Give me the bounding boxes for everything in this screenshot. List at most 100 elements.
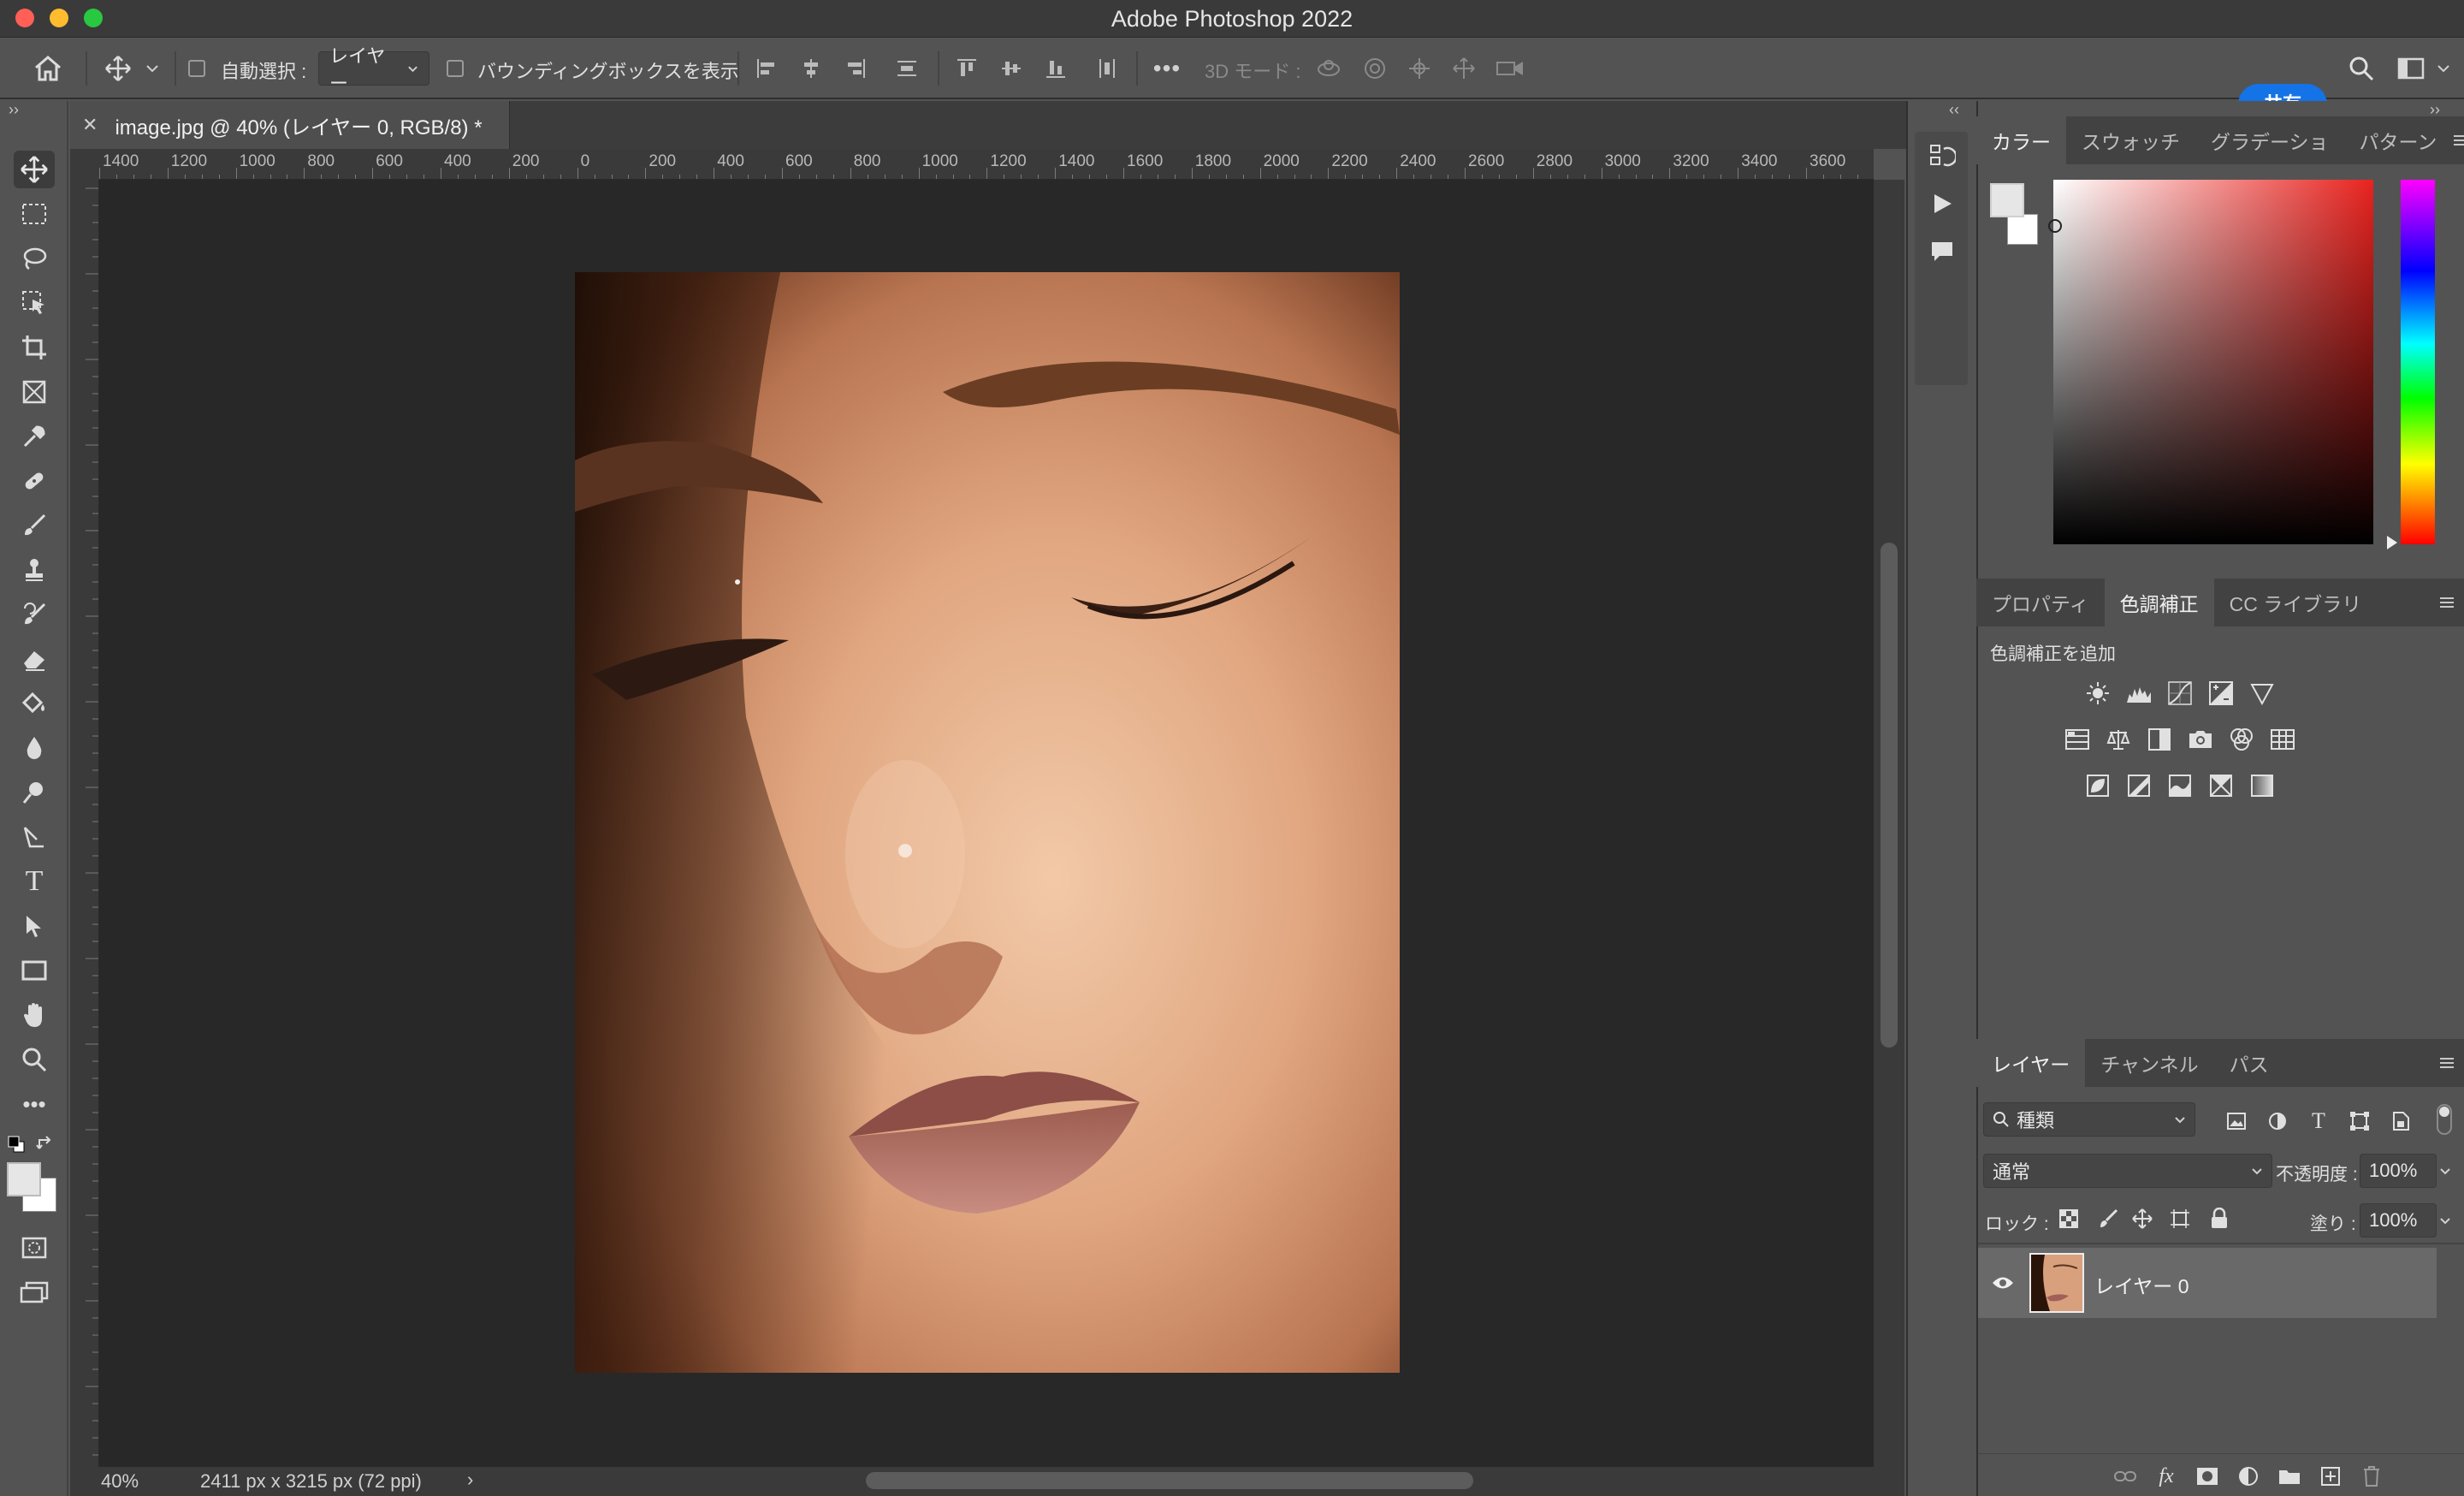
document-image[interactable]: [575, 272, 1400, 1373]
selective-color-icon[interactable]: [2206, 770, 2236, 801]
levels-icon[interactable]: [2123, 678, 2154, 709]
tab-cc-libraries[interactable]: CC ライブラリ: [2214, 579, 2378, 626]
hand-tool[interactable]: [14, 996, 55, 1034]
close-tab-icon[interactable]: ✕: [82, 114, 98, 136]
curves-icon[interactable]: [2165, 678, 2195, 709]
filter-adjustment-icon[interactable]: [2262, 1106, 2293, 1137]
hue-slider-handle[interactable]: [2387, 536, 2397, 549]
layer-row[interactable]: レイヤー 0: [1978, 1248, 2437, 1318]
brush-tool[interactable]: [14, 507, 55, 544]
vertical-scrollbar-thumb[interactable]: [1881, 543, 1898, 1048]
photo-filter-icon[interactable]: [2185, 724, 2216, 755]
color-panel-foreground-swatch[interactable]: [1990, 183, 2024, 217]
dodge-tool[interactable]: [14, 774, 55, 811]
chevron-down-icon[interactable]: [2435, 1161, 2455, 1181]
chevron-down-icon[interactable]: [2435, 60, 2452, 77]
3d-camera-icon[interactable]: [1494, 55, 1526, 82]
eyedropper-tool[interactable]: [14, 418, 55, 455]
color-lookup-icon[interactable]: [2267, 724, 2298, 755]
quick-mask-icon[interactable]: [14, 1229, 55, 1267]
horizontal-ruler[interactable]: 1400 1200 1000 800 600 400 200 0 200 400 600 800 100…: [99, 149, 1874, 180]
tab-gradients[interactable]: グラデーショ: [2195, 116, 2344, 164]
3d-orbit-icon[interactable]: [1314, 55, 1343, 82]
panel-menu-icon[interactable]: [2430, 579, 2464, 626]
layer-thumbnail[interactable]: [2029, 1253, 2084, 1313]
chevron-right-icon[interactable]: ›: [467, 1469, 473, 1491]
color-picker-cursor[interactable]: [2048, 219, 2062, 233]
layer-style-fx-icon[interactable]: fx: [2151, 1461, 2182, 1492]
chevron-down-icon[interactable]: [144, 60, 161, 77]
lock-image-pixels-icon[interactable]: [2093, 1203, 2123, 1234]
auto-select-target-dropdown[interactable]: レイヤー: [318, 45, 429, 94]
show-bounding-box-checkbox[interactable]: [447, 60, 464, 77]
color-panel-background-swatch[interactable]: [2007, 214, 2038, 245]
actions-play-icon[interactable]: [1927, 188, 1958, 219]
blend-mode-dropdown[interactable]: 通常: [1983, 1154, 2272, 1188]
auto-select-checkbox[interactable]: [188, 60, 205, 77]
fill-input[interactable]: 100%: [2360, 1203, 2437, 1238]
new-group-icon[interactable]: [2274, 1461, 2305, 1492]
foreground-color-swatch[interactable]: [7, 1162, 41, 1196]
align-left-edges-icon[interactable]: [753, 55, 780, 82]
align-top-edges-icon[interactable]: [953, 55, 980, 82]
layer-name[interactable]: レイヤー 0: [2094, 1270, 2189, 1299]
black-white-icon[interactable]: [2144, 724, 2175, 755]
filter-pixel-icon[interactable]: [2221, 1106, 2252, 1137]
distribute-horizontal-icon[interactable]: [1093, 55, 1121, 82]
3d-pan-icon[interactable]: [1405, 55, 1434, 82]
paint-bucket-tool[interactable]: [14, 685, 55, 722]
threshold-icon[interactable]: [2165, 770, 2195, 801]
gradient-map-icon[interactable]: [2247, 770, 2277, 801]
move-tool-preset-icon[interactable]: [99, 50, 137, 87]
color-picker-field[interactable]: [2053, 180, 2373, 544]
panel-menu-icon[interactable]: [2452, 116, 2464, 164]
more-options-icon[interactable]: •••: [1150, 55, 1184, 82]
comments-icon[interactable]: [1927, 236, 1958, 267]
rectangle-tool[interactable]: [14, 952, 55, 989]
align-vertical-centers-icon[interactable]: [998, 55, 1025, 82]
filter-smart-object-icon[interactable]: [2385, 1106, 2416, 1137]
filter-toggle-switch[interactable]: [2437, 1104, 2452, 1135]
brightness-contrast-icon[interactable]: [2082, 678, 2113, 709]
path-selection-tool[interactable]: [14, 907, 55, 945]
history-panel-icon[interactable]: [1927, 140, 1958, 171]
collapse-toolbar-icon[interactable]: ››: [9, 101, 19, 119]
lock-transparent-pixels-icon[interactable]: [2053, 1203, 2084, 1234]
tab-channels[interactable]: チャンネル: [2085, 1039, 2213, 1087]
distribute-vertical-icon[interactable]: [893, 55, 921, 82]
delete-layer-icon[interactable]: [2356, 1461, 2387, 1492]
home-icon[interactable]: [29, 50, 67, 87]
hue-slider[interactable]: [2401, 180, 2435, 544]
edit-toolbar-icon[interactable]: •••: [14, 1085, 55, 1123]
tab-adjustments[interactable]: 色調補正: [2104, 579, 2214, 626]
hue-saturation-icon[interactable]: [2062, 724, 2093, 755]
vertical-ruler[interactable]: [70, 180, 99, 1467]
marquee-tool[interactable]: [14, 195, 55, 233]
align-horizontal-centers-icon[interactable]: [797, 55, 825, 82]
panel-menu-icon[interactable]: [2430, 1039, 2464, 1087]
blur-tool[interactable]: [14, 729, 55, 767]
tab-color[interactable]: カラー: [1976, 116, 2066, 164]
lasso-tool[interactable]: [14, 240, 55, 277]
tab-layers[interactable]: レイヤー: [1976, 1039, 2086, 1087]
healing-brush-tool[interactable]: [14, 462, 55, 500]
opacity-input[interactable]: 100%: [2360, 1154, 2437, 1188]
eraser-tool[interactable]: [14, 640, 55, 678]
lock-all-icon[interactable]: [2204, 1203, 2235, 1234]
screen-mode-icon[interactable]: [14, 1273, 55, 1311]
invert-icon[interactable]: [2082, 770, 2113, 801]
lock-position-icon[interactable]: [2127, 1203, 2158, 1234]
workspace-icon[interactable]: [2392, 50, 2430, 87]
filter-type-icon[interactable]: T: [2303, 1106, 2334, 1137]
type-tool-icon[interactable]: T: [14, 863, 55, 900]
tab-patterns[interactable]: パターン: [2344, 116, 2453, 164]
tab-properties[interactable]: プロパティ: [1976, 579, 2105, 626]
exposure-icon[interactable]: [2206, 678, 2236, 709]
align-bottom-edges-icon[interactable]: [1042, 55, 1069, 82]
history-brush-tool[interactable]: [14, 596, 55, 633]
chevron-down-icon[interactable]: [2435, 1210, 2455, 1231]
frame-tool[interactable]: [14, 373, 55, 411]
3d-roll-icon[interactable]: [1360, 55, 1389, 82]
new-layer-icon[interactable]: [2315, 1461, 2346, 1492]
move-tool[interactable]: [14, 151, 55, 188]
